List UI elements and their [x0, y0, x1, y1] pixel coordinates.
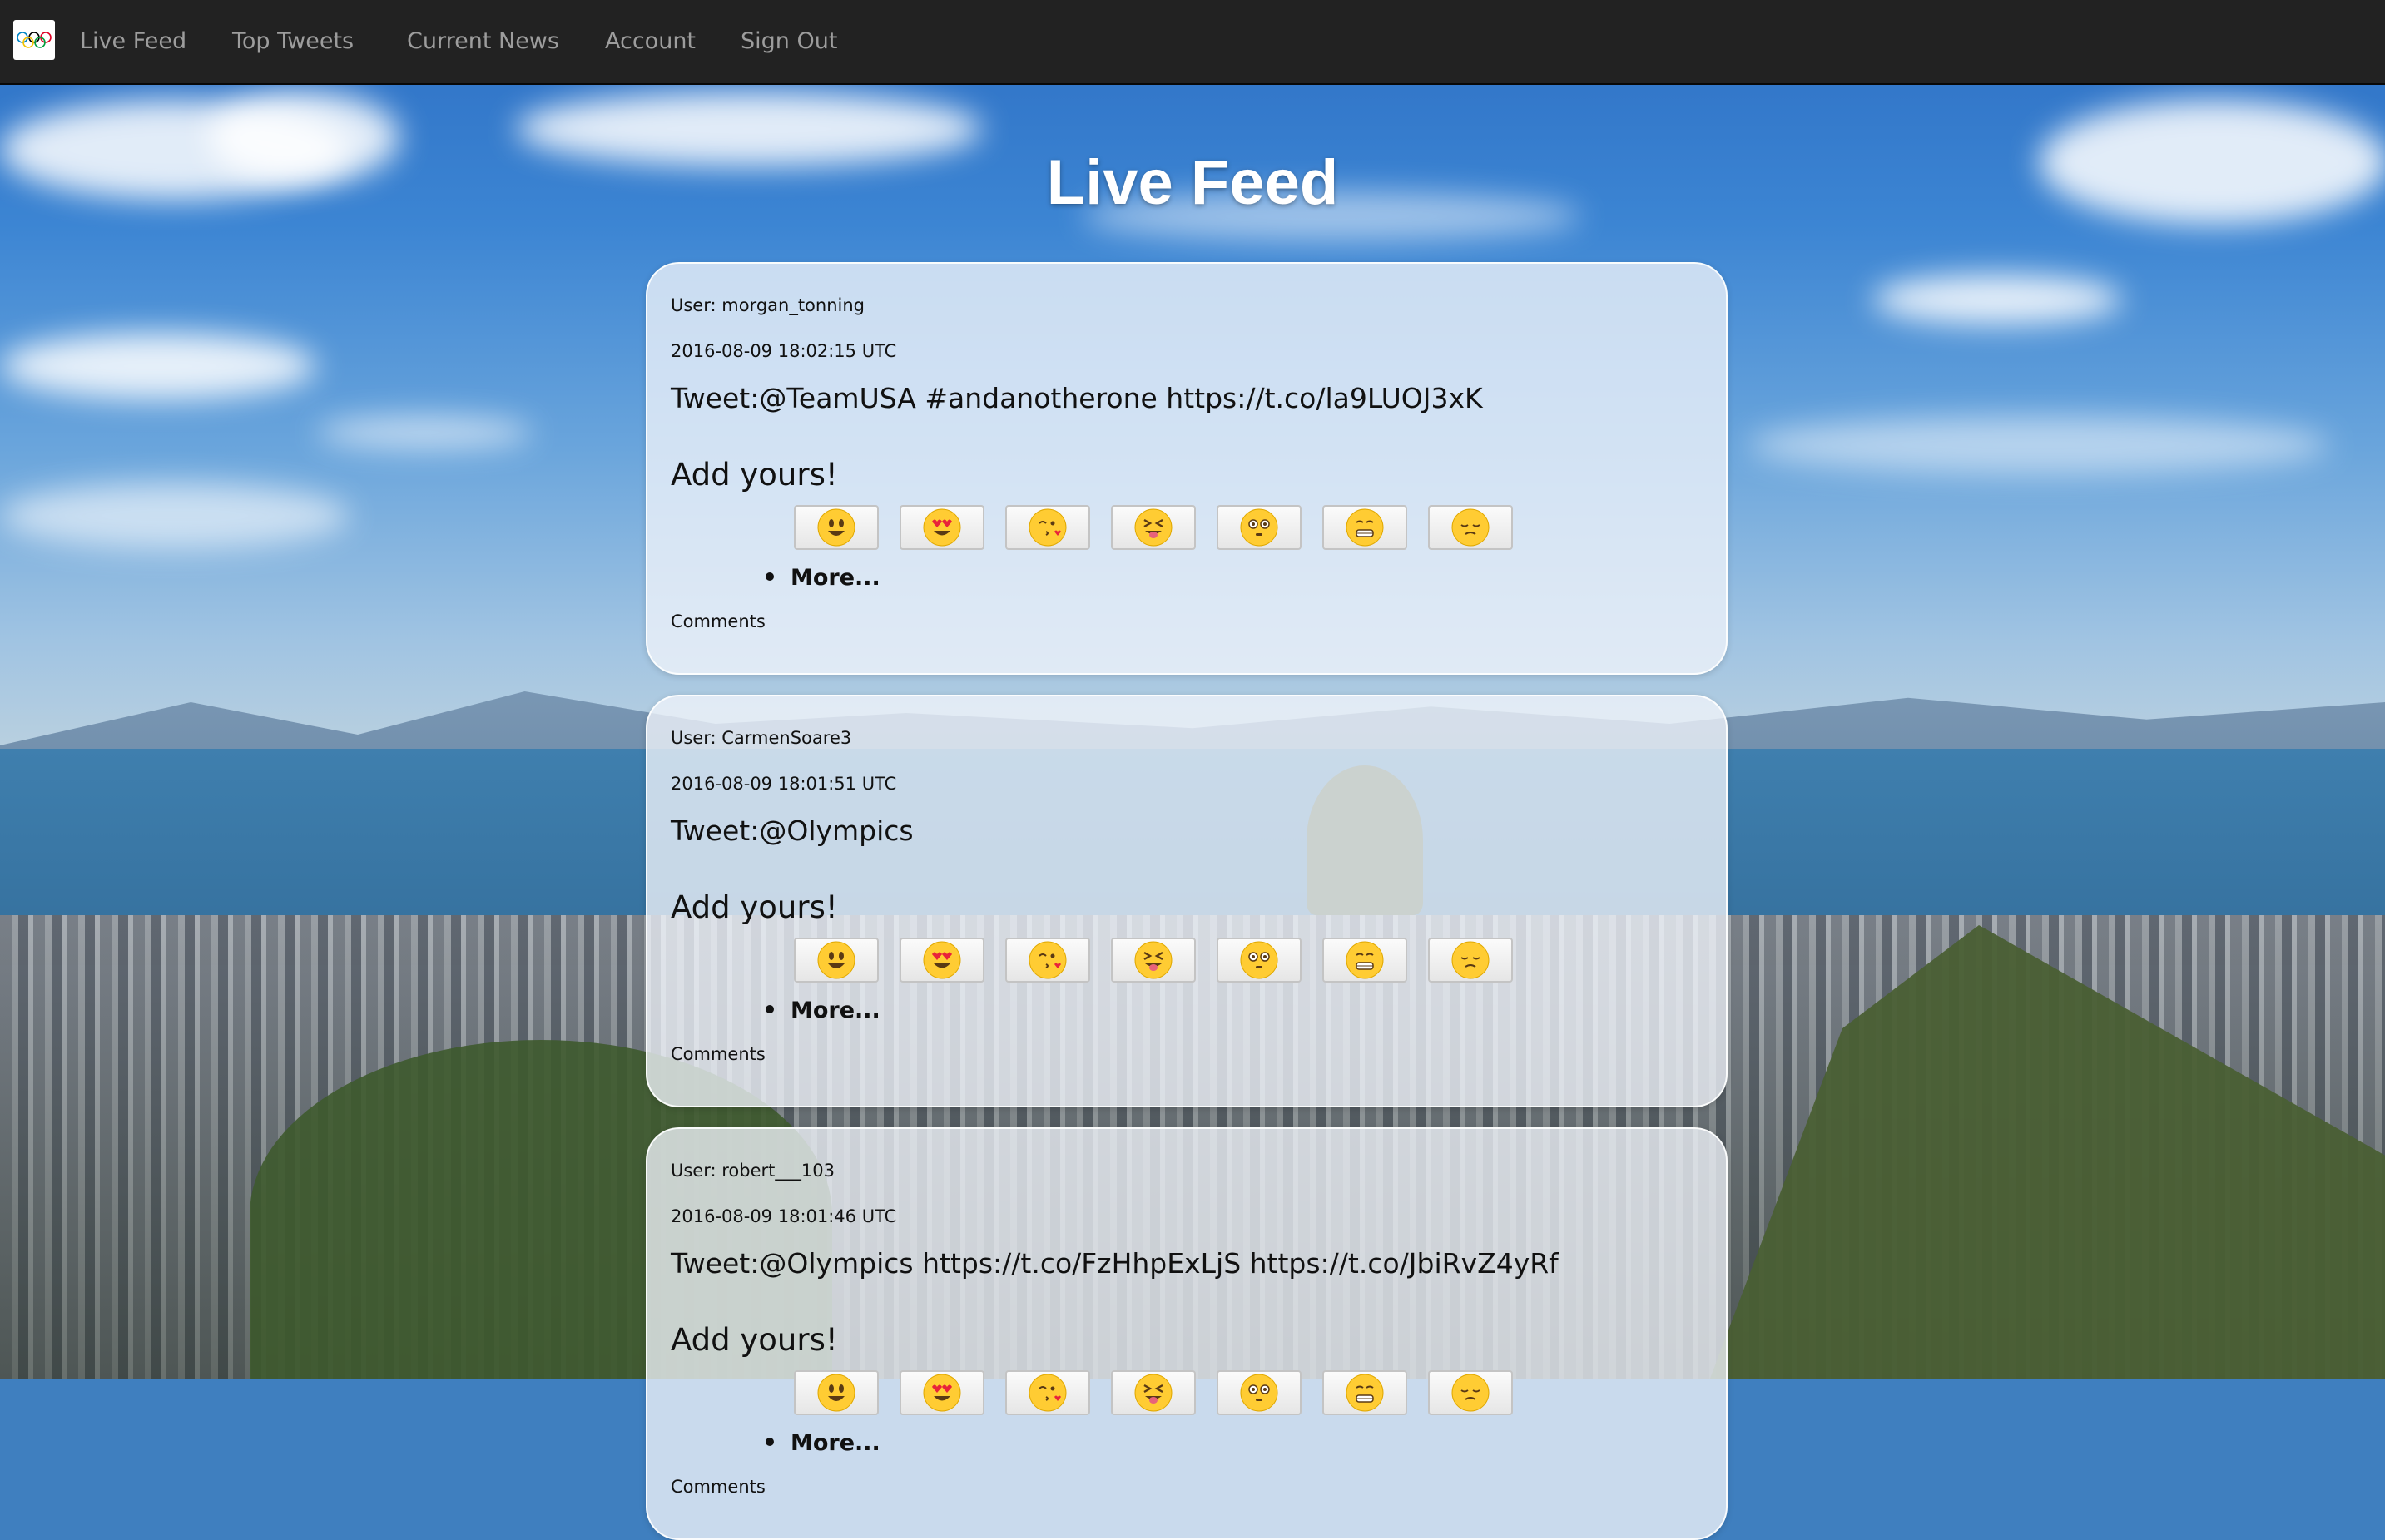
kissing-heart-emoji-button[interactable] — [1005, 1370, 1090, 1415]
cloud — [316, 416, 533, 449]
flushed-emoji-button[interactable] — [1217, 938, 1302, 983]
pensive-emoji-button[interactable] — [1428, 938, 1513, 983]
heart-eyes-emoji-button[interactable] — [900, 505, 984, 550]
flushed-icon — [1240, 1374, 1278, 1412]
cloud — [1872, 275, 2122, 324]
more-label: More... — [791, 998, 880, 1023]
squinting-tongue-icon — [1134, 941, 1173, 979]
tweet-text: Tweet:@Olympics — [671, 815, 914, 847]
flushed-emoji-button[interactable] — [1217, 505, 1302, 550]
comments-link[interactable]: Comments — [671, 1044, 766, 1064]
navbar: Live Feed Top Tweets Current News Accoun… — [0, 0, 2385, 85]
nav-live-feed[interactable]: Live Feed — [80, 0, 186, 83]
olympic-rings-icon[interactable] — [13, 20, 55, 60]
flushed-emoji-button[interactable] — [1217, 1370, 1302, 1415]
kissing-heart-icon — [1029, 1374, 1067, 1412]
smiley-emoji-button[interactable] — [794, 505, 879, 550]
more-label: More... — [791, 565, 880, 591]
heart-eyes-icon — [923, 1374, 961, 1412]
add-yours-label: Add yours! — [671, 889, 838, 925]
smiley-icon — [817, 1374, 855, 1412]
tweet-card: User: morgan_tonning 2016-08-09 18:02:15… — [646, 262, 1728, 675]
bullet-icon — [766, 572, 774, 581]
nav-account[interactable]: Account — [605, 0, 696, 83]
grimacing-emoji-button[interactable] — [1322, 505, 1407, 550]
kissing-heart-emoji-button[interactable] — [1005, 938, 1090, 983]
pensive-icon — [1451, 941, 1490, 979]
comments-link[interactable]: Comments — [671, 1477, 766, 1497]
grimacing-emoji-button[interactable] — [1322, 938, 1407, 983]
pensive-emoji-button[interactable] — [1428, 1370, 1513, 1415]
page-title: Live Feed — [1046, 147, 1339, 218]
flushed-icon — [1240, 941, 1278, 979]
more-link[interactable]: More... — [766, 998, 880, 1023]
bullet-icon — [766, 1437, 774, 1446]
smiley-emoji-button[interactable] — [794, 938, 879, 983]
tweet-text: Tweet:@Olympics https://t.co/FzHhpExLjS … — [671, 1247, 1559, 1280]
squinting-tongue-emoji-button[interactable] — [1111, 1370, 1196, 1415]
kissing-heart-icon — [1029, 941, 1067, 979]
more-link[interactable]: More... — [766, 565, 880, 591]
pensive-emoji-button[interactable] — [1428, 505, 1513, 550]
comments-link[interactable]: Comments — [671, 612, 766, 631]
cloud — [0, 333, 316, 399]
squinting-tongue-icon — [1134, 1374, 1173, 1412]
tweet-date: 2016-08-09 18:01:51 UTC — [671, 774, 897, 794]
tweet-user: User: CarmenSoare3 — [671, 728, 852, 748]
tweet-date: 2016-08-09 18:01:46 UTC — [671, 1206, 897, 1226]
tweet-card: User: robert___103 2016-08-09 18:01:46 U… — [646, 1127, 1728, 1540]
grimacing-icon — [1346, 941, 1384, 979]
flushed-icon — [1240, 508, 1278, 547]
add-yours-label: Add yours! — [671, 1322, 838, 1358]
cloud — [0, 483, 350, 549]
add-yours-label: Add yours! — [671, 457, 838, 493]
squinting-tongue-emoji-button[interactable] — [1111, 505, 1196, 550]
heart-eyes-emoji-button[interactable] — [900, 1370, 984, 1415]
heart-eyes-icon — [923, 508, 961, 547]
smiley-icon — [817, 941, 855, 979]
tweet-card: User: CarmenSoare3 2016-08-09 18:01:51 U… — [646, 695, 1728, 1107]
heart-eyes-icon — [923, 941, 961, 979]
tweet-user: User: robert___103 — [671, 1161, 835, 1181]
squinting-tongue-emoji-button[interactable] — [1111, 938, 1196, 983]
nav-current-news[interactable]: Current News — [407, 0, 559, 83]
tweet-user: User: morgan_tonning — [671, 295, 865, 315]
squinting-tongue-icon — [1134, 508, 1173, 547]
heart-eyes-emoji-button[interactable] — [900, 938, 984, 983]
tweet-text: Tweet:@TeamUSA #andanotherone https://t.… — [671, 382, 1483, 414]
smiley-icon — [817, 508, 855, 547]
pensive-icon — [1451, 1374, 1490, 1412]
tweet-date: 2016-08-09 18:02:15 UTC — [671, 341, 897, 361]
smiley-emoji-button[interactable] — [794, 1370, 879, 1415]
cloud — [1748, 416, 2330, 474]
nav-sign-out[interactable]: Sign Out — [741, 0, 837, 83]
more-label: More... — [791, 1430, 880, 1456]
grimacing-icon — [1346, 508, 1384, 547]
pensive-icon — [1451, 508, 1490, 547]
nav-top-tweets[interactable]: Top Tweets — [232, 0, 354, 83]
bullet-icon — [766, 1004, 774, 1013]
more-link[interactable]: More... — [766, 1430, 880, 1456]
kissing-heart-icon — [1029, 508, 1067, 547]
kissing-heart-emoji-button[interactable] — [1005, 505, 1090, 550]
grimacing-icon — [1346, 1374, 1384, 1412]
grimacing-emoji-button[interactable] — [1322, 1370, 1407, 1415]
